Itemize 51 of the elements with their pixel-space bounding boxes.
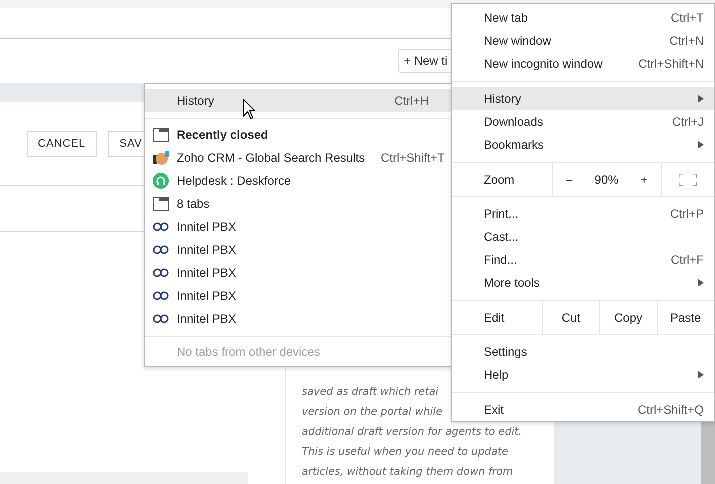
recent-tab-item[interactable]: Innitel PBX [145, 261, 455, 284]
menu-item[interactable]: Print... Ctrl+P [452, 202, 714, 225]
no-tabs-message: No tabs from other devices [176, 344, 322, 359]
article-text: additional draft version for agents to edit. [302, 425, 522, 440]
menu-item[interactable]: History [452, 87, 714, 110]
window-icon [153, 196, 169, 210]
save-button[interactable]: SAV [108, 130, 145, 156]
menu-item[interactable]: Bookmarks [452, 133, 714, 156]
recent-tab-item[interactable]: Innitel PBX [145, 284, 455, 307]
new-ticket-button[interactable]: + New ti [398, 49, 451, 73]
article-text: version on the portal while [302, 405, 443, 420]
zoom-in-button[interactable]: + [636, 172, 652, 186]
recent-tab-item[interactable]: Helpdesk : Deskforce [145, 169, 455, 192]
infinity-icon [153, 268, 169, 278]
infinity-icon [153, 244, 169, 254]
cancel-button[interactable]: CANCEL [27, 130, 97, 156]
cursor-icon [243, 99, 256, 120]
infinity-icon [153, 314, 169, 324]
headphones-icon [153, 172, 169, 188]
infinity-icon [153, 222, 169, 232]
recent-tab-item[interactable]: 8 tabs [145, 192, 455, 215]
menu-item[interactable]: Settings [452, 340, 714, 363]
menu-item[interactable]: New window Ctrl+N [452, 29, 714, 52]
zoom-out-button[interactable]: – [562, 172, 577, 186]
menu-item[interactable]: More tools [452, 271, 714, 294]
zoom-value: 90% [594, 172, 619, 186]
recent-tab-item[interactable]: Innitel PBX [145, 215, 455, 238]
app-icon [153, 150, 169, 166]
window-icon [153, 128, 169, 142]
article-text: articles, without taking them down from [302, 465, 514, 480]
recent-tab-item[interactable]: Recently closed [145, 123, 455, 146]
edit-label: Edit [483, 310, 506, 326]
menu-item[interactable]: Cast... [452, 225, 714, 248]
recent-tab-item[interactable]: Innitel PBX [145, 307, 455, 330]
menu-item[interactable]: Exit Ctrl+Shift+Q [452, 398, 714, 421]
article-text: saved as draft which retai [302, 385, 439, 400]
menu-item[interactable]: Find... Ctrl+F [452, 248, 714, 271]
submenu-arrow-icon [698, 370, 704, 378]
recent-tab-item[interactable]: Innitel PBX [145, 238, 455, 261]
article-text: This is useful when you need to update [302, 445, 508, 460]
submenu-arrow-icon [698, 94, 704, 102]
recent-tab-item[interactable]: Zoho CRM - Global Search Results Ctrl+Shift+T [145, 146, 455, 169]
infinity-icon [153, 290, 169, 300]
fullscreen-icon[interactable] [679, 174, 697, 186]
submenu-arrow-icon [698, 278, 704, 286]
menu-item[interactable]: Help [452, 363, 714, 386]
menu-item[interactable]: Downloads Ctrl+J [452, 110, 714, 133]
submenu-arrow-icon [698, 140, 704, 148]
zoom-label: Zoom [483, 172, 516, 188]
menu-item[interactable]: New tab Ctrl+T [452, 6, 714, 29]
menu-item[interactable]: New incognito window Ctrl+Shift+N [452, 52, 714, 75]
